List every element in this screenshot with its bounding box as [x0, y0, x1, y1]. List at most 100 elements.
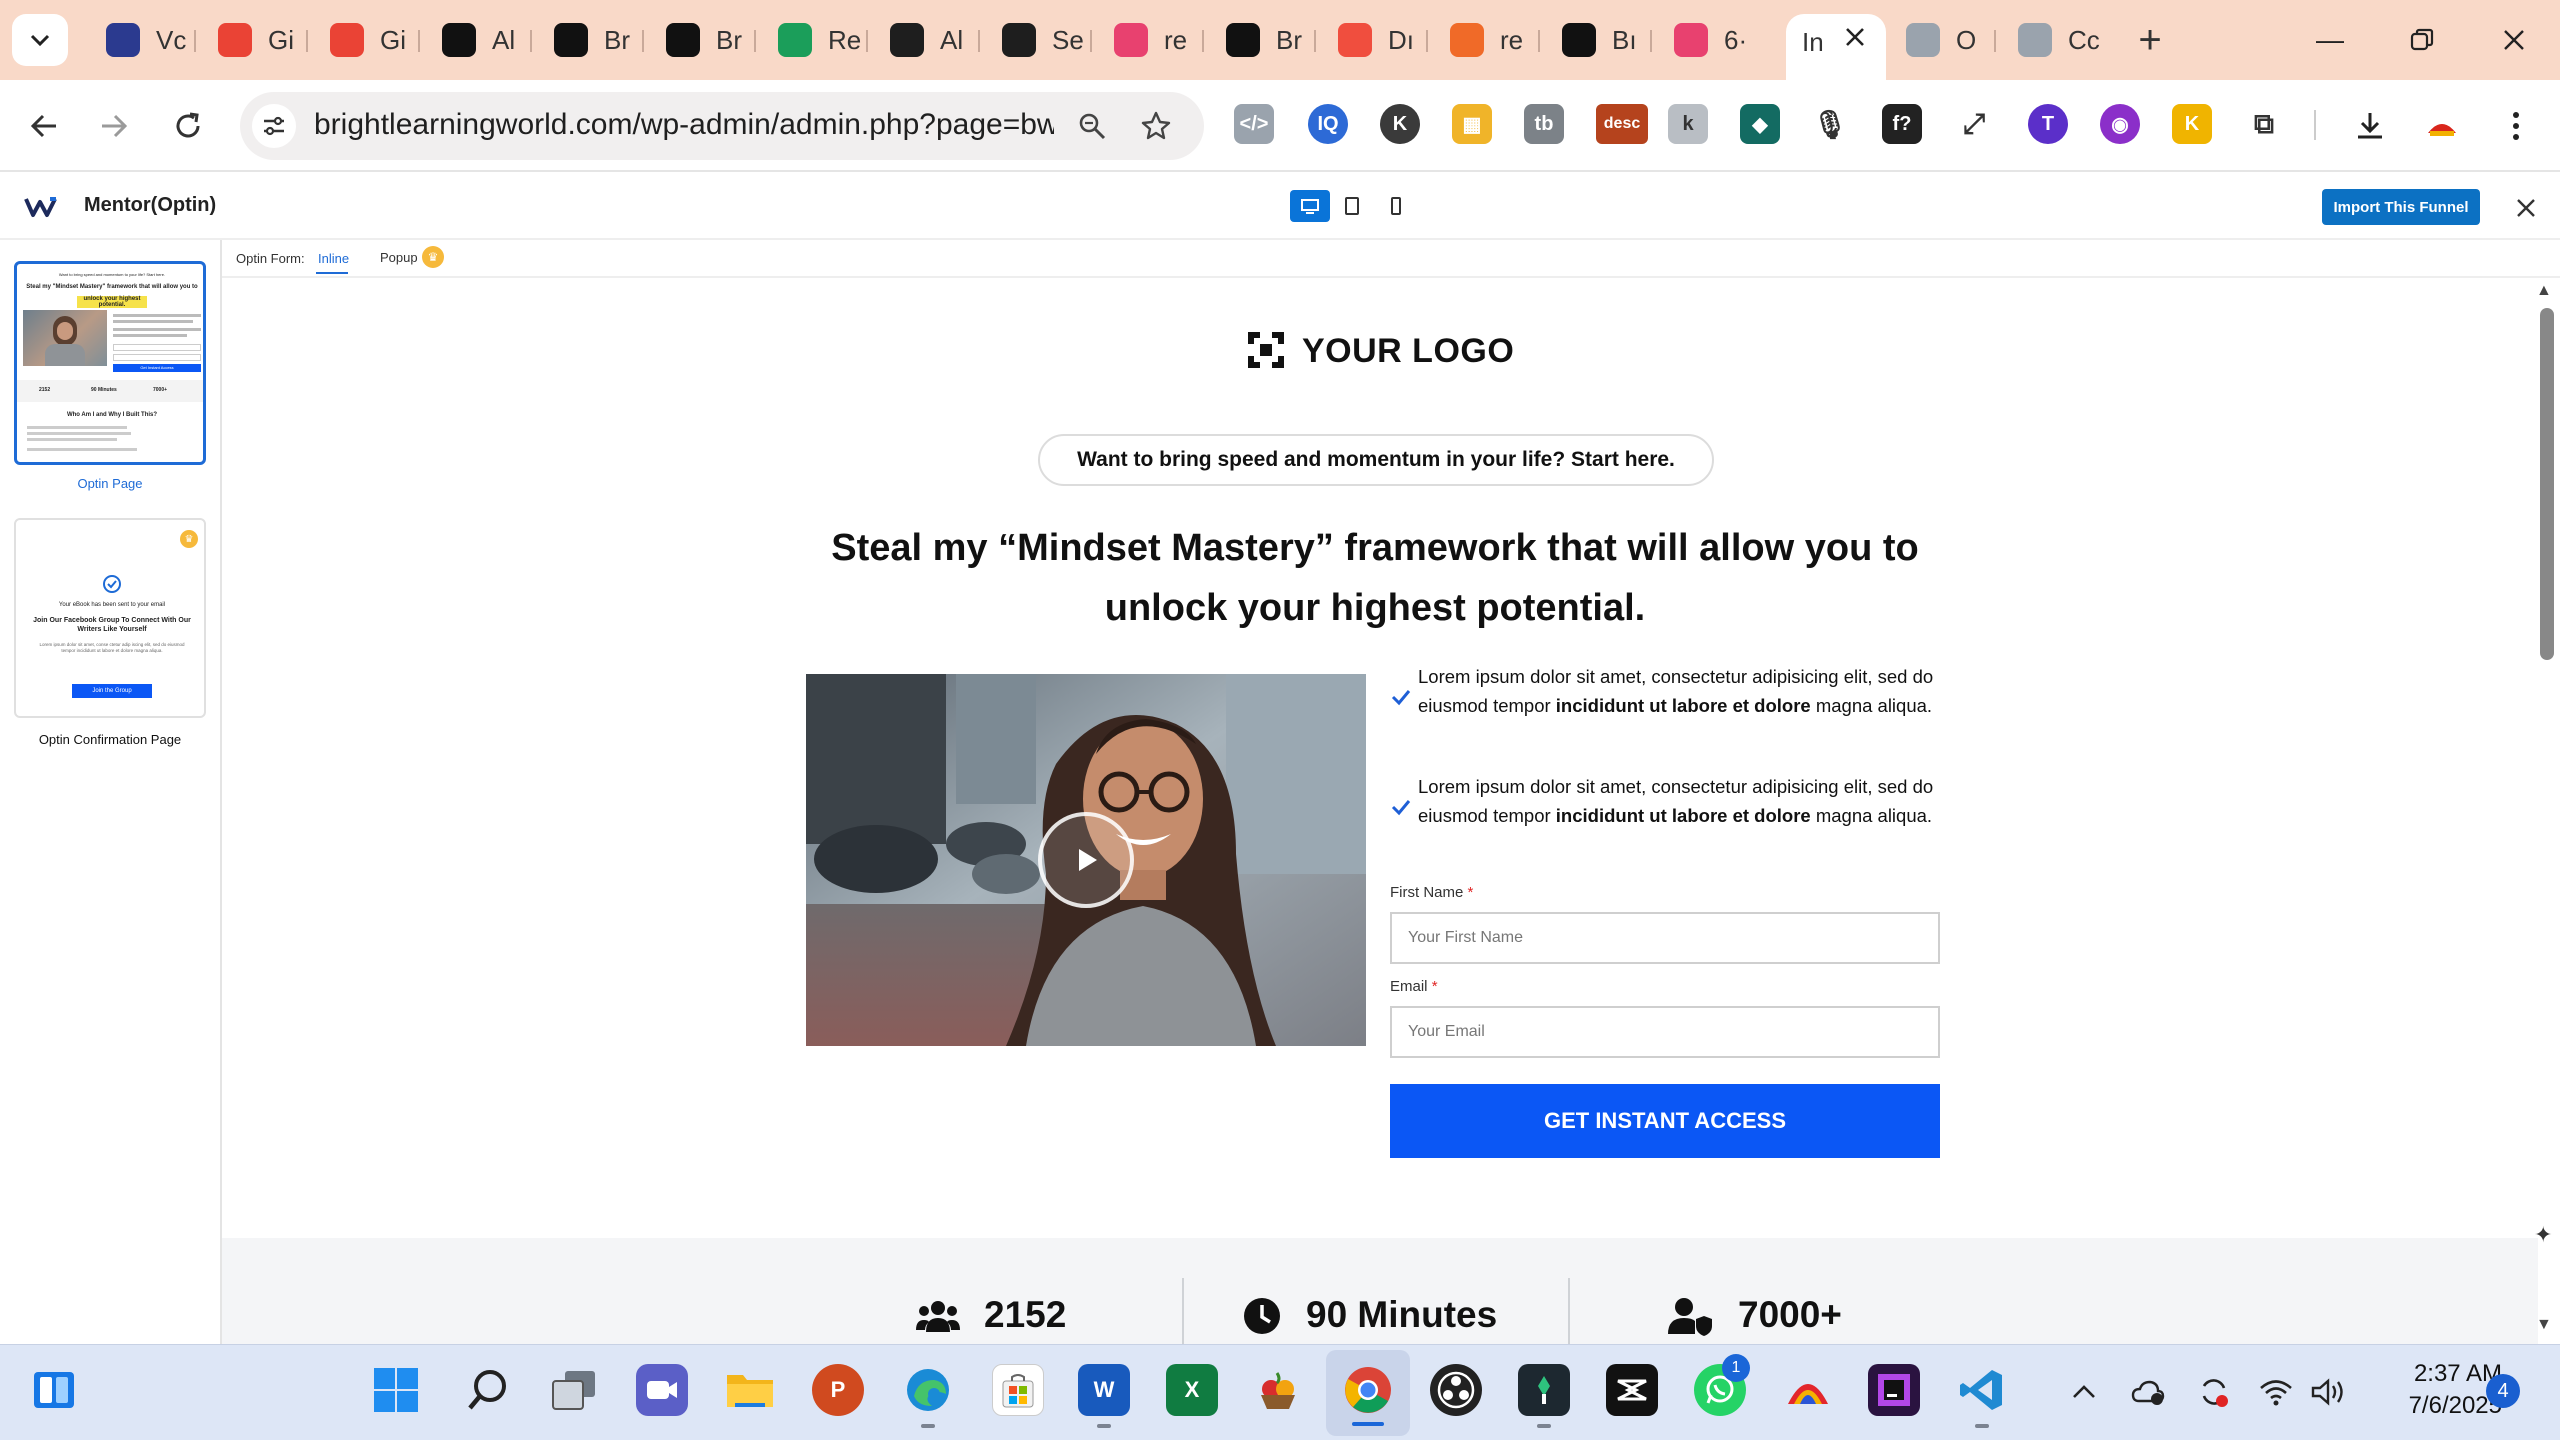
browser-tab[interactable]: O: [1884, 14, 1996, 66]
fx-ext-icon[interactable]: f?: [1882, 104, 1922, 144]
browser-tab[interactable]: Re: [756, 14, 868, 66]
url-text[interactable]: brightlearningworld.com/wp-admin/admin.p…: [314, 108, 1054, 142]
optin-page-thumbnail[interactable]: Want to bring speed and momentum to your…: [14, 261, 206, 465]
first-name-input[interactable]: Your First Name: [1390, 912, 1940, 964]
scrollbar-thumb[interactable]: [2540, 308, 2554, 660]
browser-tab[interactable]: Bı: [1540, 14, 1652, 66]
capcut-icon: [1617, 1379, 1647, 1401]
browser-tab[interactable]: 6·: [1652, 14, 1764, 66]
scroll-down-arrow[interactable]: ▼: [2536, 1316, 2552, 1334]
powerpoint-button[interactable]: P: [812, 1364, 864, 1416]
browser-tab[interactable]: Al: [868, 14, 980, 66]
rainbow-app-button[interactable]: [1782, 1364, 1834, 1416]
sparkle-icon[interactable]: ✦: [2534, 1222, 2552, 1248]
browser-tab[interactable]: Br: [1204, 14, 1316, 66]
close-builder-button[interactable]: [2508, 190, 2544, 226]
mobile-view-button[interactable]: [1376, 190, 1416, 222]
reload-button[interactable]: [166, 104, 210, 148]
diamond-ext-icon[interactable]: ◆: [1740, 104, 1780, 144]
optin-confirmation-label[interactable]: Optin Confirmation Page: [14, 732, 206, 747]
t-ext-icon[interactable]: T: [2028, 104, 2068, 144]
import-funnel-button[interactable]: Import This Funnel: [2322, 189, 2480, 225]
browser-tab[interactable]: Gi: [308, 14, 420, 66]
edge-browser-button[interactable]: [902, 1364, 954, 1416]
downloads-button[interactable]: [2348, 104, 2392, 148]
browser-tab[interactable]: Dı: [1316, 14, 1428, 66]
restore-button[interactable]: [2392, 20, 2452, 60]
optin-confirmation-thumbnail[interactable]: ♛ Your eBook has been sent to your email…: [14, 518, 206, 718]
minimize-button[interactable]: —: [2300, 20, 2360, 60]
k-ext-icon[interactable]: K: [1380, 104, 1420, 144]
phpstorm-button[interactable]: [1868, 1364, 1920, 1416]
teams-chat-button[interactable]: [636, 1364, 688, 1416]
widgets-button[interactable]: [28, 1364, 80, 1416]
close-tab-icon[interactable]: [1844, 26, 1874, 56]
search-button[interactable]: [462, 1364, 514, 1416]
palette-ext-icon[interactable]: ▦: [1452, 104, 1492, 144]
kc-ext-icon[interactable]: K: [2172, 104, 2212, 144]
sync-button[interactable]: [2196, 1374, 2232, 1410]
obs-button[interactable]: [1430, 1364, 1482, 1416]
expand-ext-icon[interactable]: ⤢: [1954, 104, 1994, 144]
start-button[interactable]: [370, 1364, 422, 1416]
show-hidden-icons-button[interactable]: [2066, 1374, 2102, 1410]
browser-menu-button[interactable]: [2494, 104, 2538, 148]
site-info-button[interactable]: [252, 104, 296, 148]
browser-tab[interactable]: re: [1092, 14, 1204, 66]
browser-tab[interactable]: Br: [532, 14, 644, 66]
scroll-up-arrow[interactable]: ▲: [2536, 282, 2552, 300]
clock-date[interactable]: 7/6/2025: [2372, 1392, 2502, 1420]
notification-center-badge[interactable]: 4: [2486, 1374, 2520, 1408]
task-view-button[interactable]: [548, 1364, 600, 1416]
capcut-button[interactable]: [1606, 1364, 1658, 1416]
tune-icon: [264, 116, 284, 136]
star-icon: [1141, 111, 1171, 140]
puzzle-ext-icon[interactable]: ⧉: [2244, 104, 2284, 144]
wifi-button[interactable]: [2258, 1374, 2294, 1410]
volume-button[interactable]: [2310, 1374, 2346, 1410]
bookmark-star-button[interactable]: [1134, 104, 1178, 148]
profile-avatar-button[interactable]: [2420, 104, 2464, 148]
back-button[interactable]: [22, 104, 66, 148]
k2-ext-icon[interactable]: k: [1668, 104, 1708, 144]
desktop-view-button[interactable]: [1290, 190, 1330, 222]
browser-tab[interactable]: Br: [644, 14, 756, 66]
optin-page-label[interactable]: Optin Page: [14, 476, 206, 491]
email-input[interactable]: Your Email: [1390, 1006, 1940, 1058]
tab-title: Gi: [380, 24, 406, 55]
close-window-button[interactable]: [2484, 20, 2544, 60]
excel-button[interactable]: X: [1166, 1364, 1218, 1416]
browser-tab[interactable]: Cc: [1996, 14, 2108, 66]
new-tab-button[interactable]: +: [2130, 18, 2170, 62]
tablet-view-button[interactable]: [1332, 190, 1372, 222]
chrome-button[interactable]: [1342, 1364, 1394, 1416]
vscode-button[interactable]: [1956, 1364, 2008, 1416]
mic-ext-icon[interactable]: 🎙: [1810, 104, 1850, 144]
browser-tab[interactable]: Al: [420, 14, 532, 66]
browser-tab[interactable]: Se: [980, 14, 1092, 66]
active-browser-tab[interactable]: In: [1786, 14, 1886, 80]
file-explorer-button[interactable]: [724, 1364, 776, 1416]
clock-time[interactable]: 2:37 AM: [2392, 1360, 2502, 1388]
browser-tab[interactable]: Gi: [196, 14, 308, 66]
code-ext-icon[interactable]: </>: [1234, 104, 1274, 144]
onedrive-button[interactable]: [2130, 1374, 2166, 1410]
browser-tab[interactable]: re: [1428, 14, 1540, 66]
tb-ext-icon[interactable]: tb: [1524, 104, 1564, 144]
sourcetree-button[interactable]: [1518, 1364, 1570, 1416]
tablet-icon: [1345, 197, 1359, 215]
iq-ext-icon[interactable]: IQ: [1308, 104, 1348, 144]
tab-search-button[interactable]: [12, 14, 68, 66]
zoom-button[interactable]: [1070, 104, 1114, 148]
desc-ext-icon[interactable]: desc: [1596, 104, 1648, 144]
fruit-app-button[interactable]: [1252, 1364, 1304, 1416]
word-button[interactable]: W: [1078, 1364, 1130, 1416]
forward-button[interactable]: [92, 104, 136, 148]
play-video-button[interactable]: [1038, 812, 1134, 908]
browser-tab[interactable]: Vc: [84, 14, 196, 66]
eye-ext-icon[interactable]: ◉: [2100, 104, 2140, 144]
tab-inline[interactable]: Inline: [318, 251, 349, 266]
get-instant-access-button[interactable]: GET INSTANT ACCESS: [1390, 1084, 1940, 1158]
tab-popup[interactable]: Popup: [380, 250, 418, 265]
store-button[interactable]: [992, 1364, 1044, 1416]
